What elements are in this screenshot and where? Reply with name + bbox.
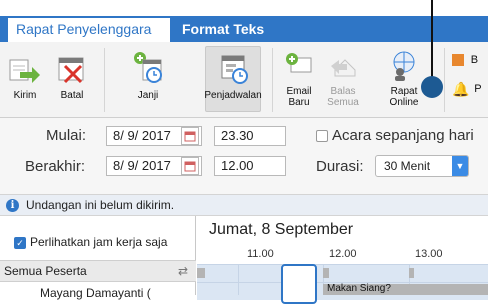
- reply-all-label-1: Balas: [330, 86, 356, 97]
- hour-label: 11.00: [247, 248, 274, 260]
- grid-row: [197, 264, 488, 282]
- reply-all-icon: [331, 59, 356, 77]
- reminder-button[interactable]: 🔔 P: [452, 81, 488, 97]
- all-day-label: Acara sepanjang hari: [332, 127, 474, 144]
- calendar-icon: [184, 131, 196, 142]
- callout-dot: [421, 76, 443, 98]
- event-label: Makan Siang?: [327, 283, 391, 294]
- scheduling-button[interactable]: Penjadwalan: [193, 50, 273, 101]
- chevron-down-icon: ▼: [452, 156, 468, 176]
- appointment-button[interactable]: Janji: [126, 50, 170, 101]
- callout-line: [431, 0, 433, 82]
- duration-select[interactable]: 30 Menit ▼: [375, 155, 469, 177]
- gridline: [238, 264, 239, 295]
- appointment-label: Janji: [137, 90, 159, 101]
- refresh-icon[interactable]: ⇄: [178, 261, 188, 281]
- hour-label: 13.00: [415, 248, 443, 260]
- busy-block: [409, 268, 414, 278]
- ribbon-tab-bar: Rapat Penyelenggara Format Teks: [0, 16, 488, 42]
- meeting-time-slot[interactable]: [281, 264, 317, 304]
- start-label: Mulai:: [46, 127, 87, 144]
- ribbon-separator: [272, 48, 273, 112]
- show-as-button[interactable]: B: [452, 54, 488, 66]
- start-calendar-button[interactable]: [181, 127, 199, 145]
- calendar-icon: [184, 161, 196, 172]
- new-email-label-2: Baru: [288, 97, 310, 108]
- work-hours-checkbox[interactable]: ✓: [14, 237, 26, 249]
- ribbon: Kirim Batal Janji Penjadwalan Email Baru…: [0, 42, 488, 118]
- online-meeting-icon: [393, 51, 415, 81]
- online-meeting-button[interactable]: Rapat Online: [382, 50, 426, 108]
- send-icon: [9, 59, 40, 83]
- reminder-bell-icon: 🔔: [452, 81, 470, 97]
- tab-rapat-penyelenggara[interactable]: Rapat Penyelenggara: [8, 18, 170, 42]
- duration-label: Durasi:: [316, 158, 364, 175]
- cancel-label: Batal: [60, 90, 84, 101]
- scheduling-icon: [221, 55, 248, 84]
- info-icon: i: [6, 199, 19, 212]
- send-button[interactable]: Kirim: [6, 54, 44, 101]
- busy-status-icon: [452, 54, 464, 66]
- attendees-header-label: Semua Peserta: [4, 264, 87, 278]
- start-time-field[interactable]: 23.30: [214, 126, 286, 146]
- reminder-label: P: [474, 83, 482, 96]
- new-email-icon: [286, 53, 312, 73]
- busy-block: [197, 268, 205, 278]
- ribbon-separator: [104, 48, 105, 112]
- end-time-field[interactable]: 12.00: [214, 156, 286, 176]
- busy-block: [323, 268, 329, 278]
- appointment-icon: [134, 52, 162, 83]
- scheduling-label: Penjadwalan: [204, 90, 262, 101]
- all-day-checkbox[interactable]: [316, 130, 328, 142]
- show-as-label: B: [470, 53, 479, 66]
- attendee-name[interactable]: Mayang Damayanti (: [40, 286, 151, 300]
- end-calendar-button[interactable]: [181, 157, 199, 175]
- hour-label: 12.00: [329, 248, 357, 260]
- reply-all-label-2: Semua: [327, 97, 359, 108]
- duration-value: 30 Menit: [384, 159, 431, 173]
- end-label: Berakhir:: [25, 158, 86, 175]
- cancel-button[interactable]: Batal: [54, 54, 90, 101]
- new-email-label-1: Email: [286, 86, 312, 97]
- work-hours-label: Perlihatkan jam kerja saja: [30, 235, 168, 249]
- online-meeting-label-2: Online: [389, 97, 419, 108]
- scheduling-grid: Jumat, 8 September 11.00 12.00 13.00 Mak…: [197, 216, 488, 304]
- meeting-time-form: Mulai: 8/ 9/ 2017 23.30 Berakhir: 8/ 9/ …: [0, 118, 488, 194]
- cancel-meeting-icon: [58, 57, 84, 84]
- send-label: Kirim: [13, 90, 37, 101]
- reply-all-button[interactable]: Balas Semua: [324, 50, 362, 108]
- info-bar: i Undangan ini belum dikirim.: [0, 194, 488, 216]
- online-meeting-label-1: Rapat: [390, 86, 418, 97]
- new-email-button[interactable]: Email Baru: [282, 50, 316, 108]
- info-text: Undangan ini belum dikirim.: [26, 198, 175, 212]
- attendees-header: Semua Peserta ⇄: [0, 260, 196, 282]
- day-title: Jumat, 8 September: [209, 221, 354, 238]
- attendee-panel: ✓ Perlihatkan jam kerja saja Semua Peser…: [0, 216, 196, 300]
- ribbon-separator: [444, 48, 445, 112]
- tab-format-teks[interactable]: Format Teks: [174, 18, 272, 42]
